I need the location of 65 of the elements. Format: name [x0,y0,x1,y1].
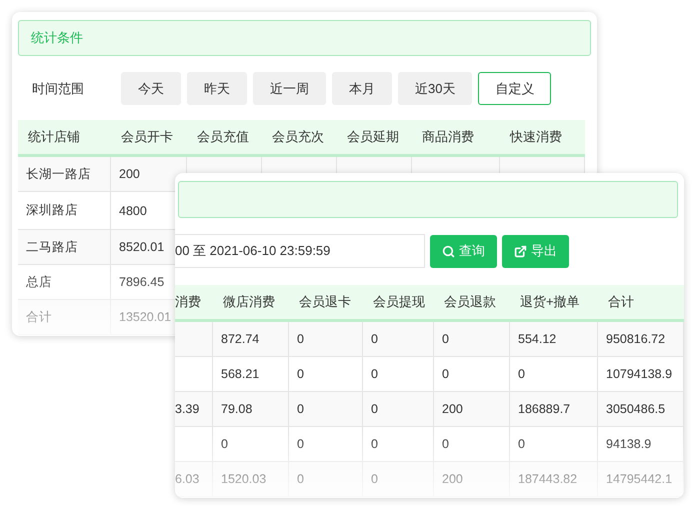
table-cell: 3050486.5 [598,392,684,427]
table-cell: 200 [434,462,510,497]
date-range-field[interactable]: 00 至 2021-06-10 23:59:59 [175,234,425,268]
column-header: 会员延期 [337,120,412,157]
table-cell: 10794138.9 [598,357,684,392]
search-icon [442,244,455,258]
column-header: 退货+撤单 [510,285,598,322]
column-header: 微店消费 [213,285,289,322]
table-cell: 深圳路店 [18,192,111,230]
column-header: 会员退款 [434,285,510,322]
range-button[interactable]: 近一周 [253,72,326,105]
table-cell: 0 [289,357,363,392]
column-header: 会员开卡 [111,120,187,157]
table-cell: 6.03 [175,462,213,497]
table-cell: 0 [363,322,434,357]
table-cell: 总店 [18,265,111,300]
table-cell: 0 [363,427,434,462]
range-button[interactable]: 今天 [121,72,181,105]
table-cell: 872.74 [213,322,289,357]
table-cell: 200 [434,392,510,427]
table-cell: 1520.03 [213,462,289,497]
column-header: 会员提现 [363,285,434,322]
column-header: 会员退卡 [289,285,363,322]
range-button[interactable]: 昨天 [187,72,247,105]
column-header: 商品消费 [412,120,500,157]
table-cell: 950816.72 [598,322,684,357]
range-button[interactable]: 本月 [332,72,392,105]
table-cell: 0 [434,322,510,357]
column-header: 会员充值 [187,120,262,157]
field-label: 时间范围 [32,80,85,98]
column-header: 会员充次 [262,120,337,157]
table-cell [175,357,213,392]
column-header: 消费 [175,285,213,322]
table-cell: 94138.9 [598,427,684,462]
table-cell: 14795442.1 [598,462,684,497]
table-cell: 3.39 [175,392,213,427]
table-cell: 0 [363,392,434,427]
table-cell: 0 [363,357,434,392]
table-cell: 0 [363,462,434,497]
table-cell: 合计 [18,300,111,335]
table-cell: 200 [111,157,187,192]
column-header: 合计 [598,285,684,322]
export-icon [514,244,527,258]
range-button[interactable]: 近30天 [398,72,472,105]
table-cell: 568.21 [213,357,289,392]
table-cell: 79.08 [213,392,289,427]
table-cell: 0 [289,462,363,497]
section-header: 统计条件 [18,20,591,56]
table-cell: 长湖一路店 [18,157,111,192]
table-cell: 0 [510,357,598,392]
table-cell: 0 [289,322,363,357]
table-cell: 二马路店 [18,230,111,265]
column-header: 快速消费 [500,120,585,157]
table-cell [175,427,213,462]
range-button[interactable]: 自定义 [478,72,552,105]
table-cell: 186889.7 [510,392,598,427]
table-cell: 0 [434,427,510,462]
table-cell: 0 [434,357,510,392]
table-cell: 187443.82 [510,462,598,497]
table-cell: 0 [289,427,363,462]
column-header: 统计店铺 [18,120,111,157]
table-cell: 0 [510,427,598,462]
table-cell: 0 [213,427,289,462]
table-cell: 0 [289,392,363,427]
table-cell: 554.12 [510,322,598,357]
